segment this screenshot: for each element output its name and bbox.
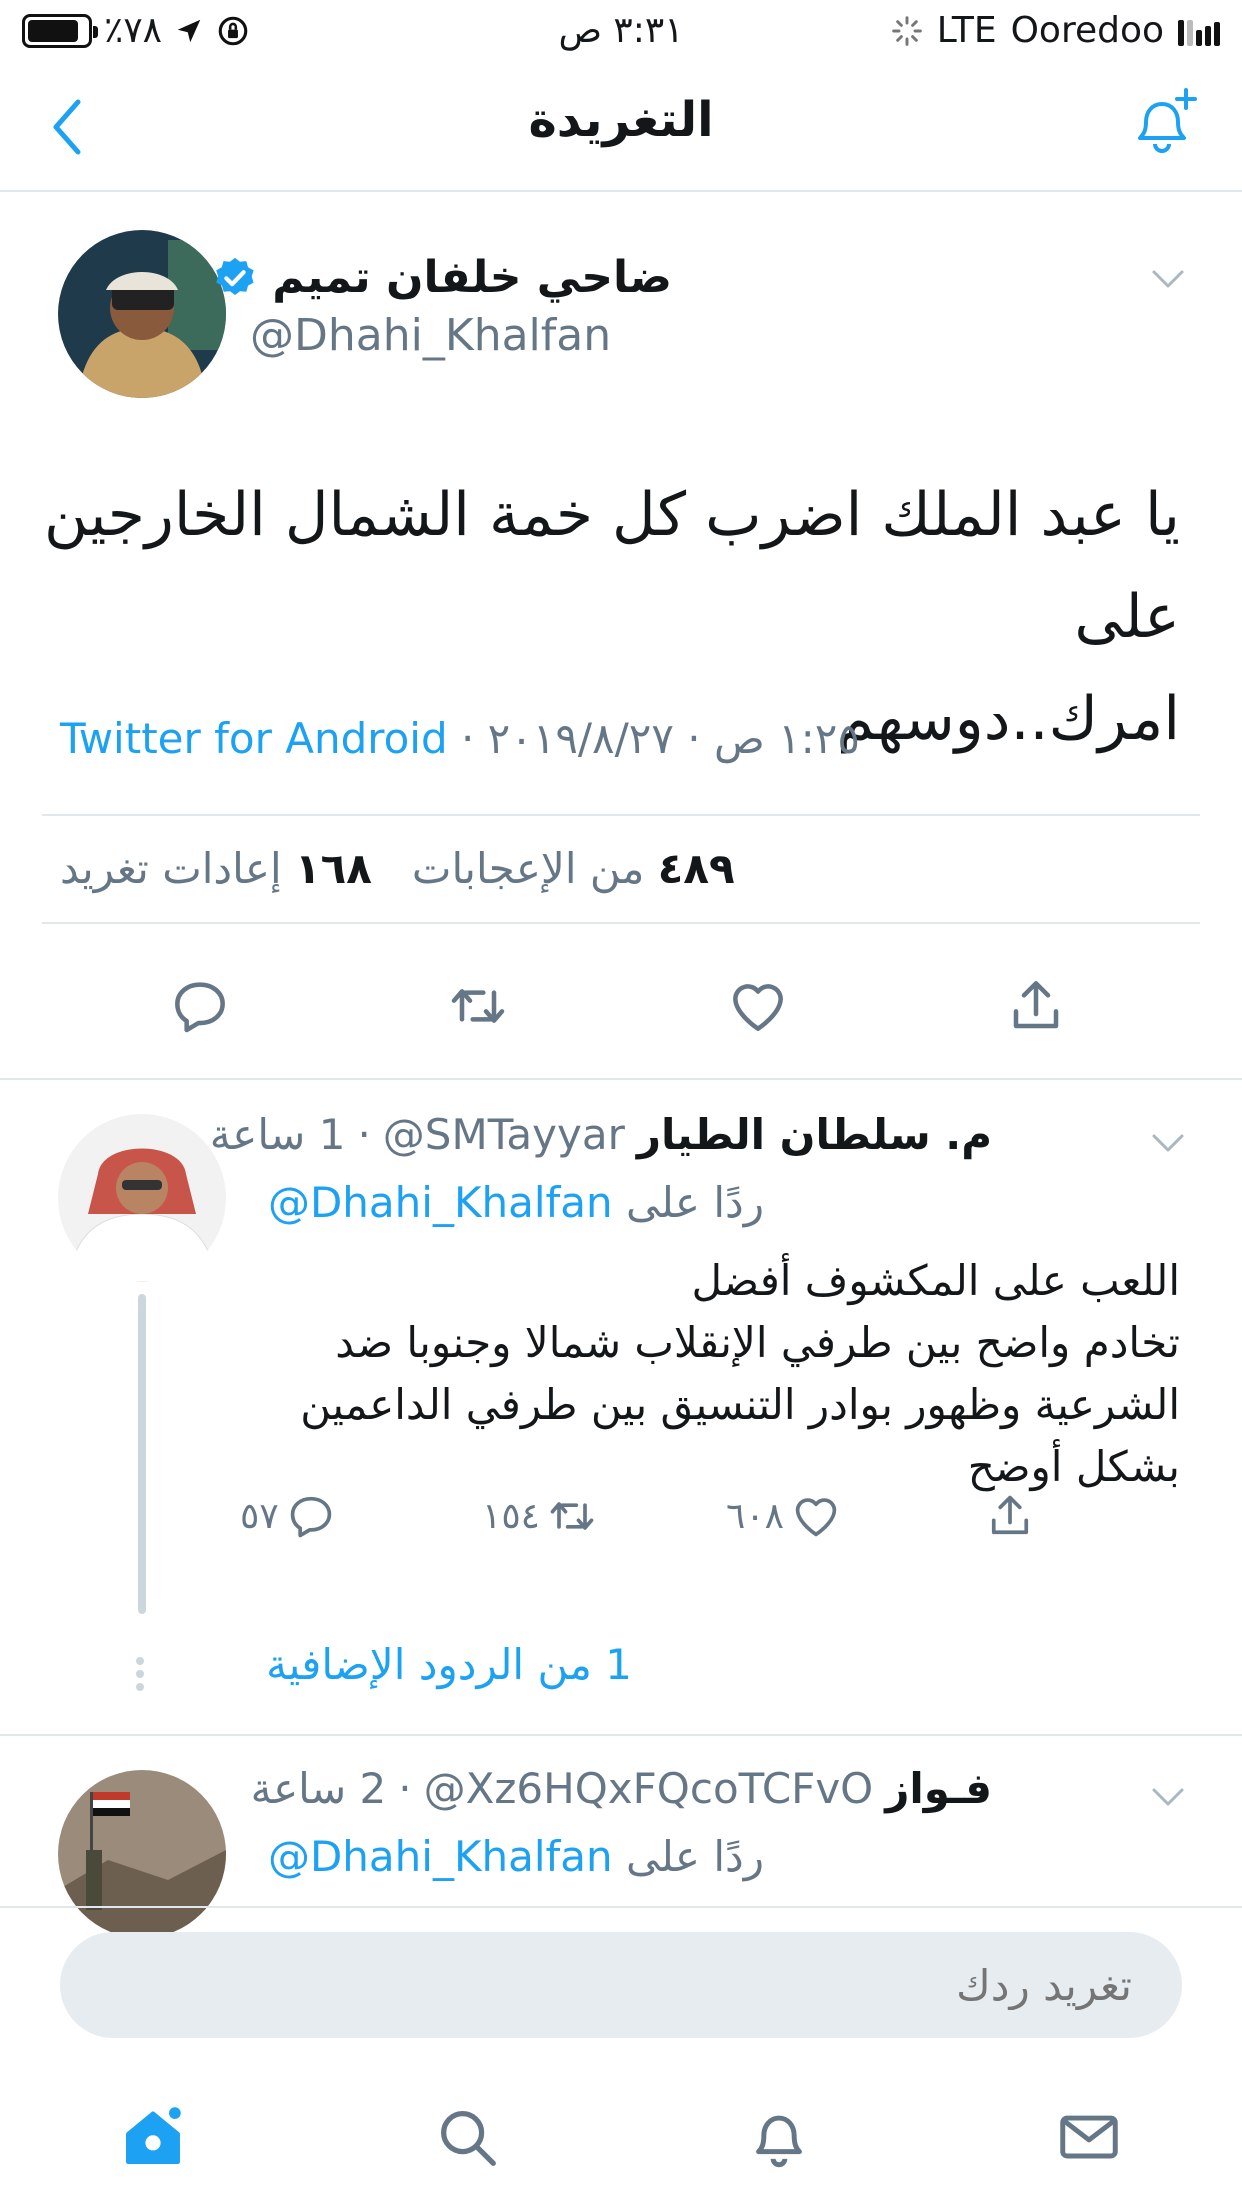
tab-bar	[0, 2066, 1242, 2208]
page-title: التغريدة	[528, 92, 714, 148]
reply-author-handle[interactable]: @SMTayyar	[383, 1110, 625, 1159]
retweet-count: ١٥٤	[482, 1495, 541, 1537]
reply-share-action[interactable]	[984, 1490, 1036, 1542]
reply-reply-action[interactable]: ٥٧	[240, 1490, 337, 1542]
tweet-source-link[interactable]: Twitter for Android	[60, 714, 448, 763]
likes-label: من الإعجابات	[411, 844, 645, 893]
nav-header: التغريدة	[0, 62, 1242, 192]
reply-text: اللعب على المكشوف أفضل تخادم واضح بين طر…	[280, 1250, 1180, 1498]
reply-icon	[290, 1496, 331, 1538]
replying-to-label: ردًا على	[626, 1832, 764, 1881]
meta-separator: ·	[460, 714, 488, 763]
reply-author-name[interactable]: فـواز	[885, 1764, 992, 1813]
avatar[interactable]	[58, 230, 226, 398]
tweet-actions	[0, 944, 1242, 1054]
reply-count: ٥٧	[240, 1495, 279, 1537]
likes-count: ٤٨٩	[657, 844, 735, 893]
search-icon[interactable]	[432, 2102, 502, 2172]
section-divider	[0, 1734, 1242, 1736]
likes-stat[interactable]: ٤٨٩ من الإعجابات	[412, 844, 735, 893]
bell-icon[interactable]	[744, 2102, 814, 2172]
reply-compose-input[interactable]	[60, 1932, 1182, 2038]
replying-to-mention[interactable]: @Dhahi_Khalfan	[268, 1178, 613, 1227]
status-bar: ٪٧٨ ٣:٣١ ص LTE Ooredoo	[0, 0, 1242, 62]
meta-separator: ·	[357, 1110, 371, 1159]
reply-like-action[interactable]: ٦٠٨	[726, 1490, 842, 1542]
carrier-name: Ooredoo	[1010, 10, 1164, 51]
reply-author-name[interactable]: م. سلطان الطيار	[637, 1110, 992, 1159]
thread-line	[138, 1294, 146, 1614]
loading-spinner-icon	[891, 15, 922, 46]
meta-separator: ·	[398, 1764, 412, 1813]
network-type: LTE	[936, 10, 997, 51]
author-name[interactable]: ضاحي خلفان تميم	[272, 252, 672, 303]
reply-text-line: الشرعية وظهور بوادر التنسيق بين طرفي الد…	[300, 1380, 1180, 1429]
share-icon	[991, 1495, 1029, 1535]
replying-to-label: ردًا على	[626, 1178, 764, 1227]
verified-badge-icon	[216, 257, 254, 295]
mail-icon[interactable]	[1054, 2102, 1124, 2172]
reply-text-line: بشكل أوضح	[967, 1442, 1180, 1491]
compose-bar	[0, 1906, 1242, 2066]
replying-to: ردًا على @Dhahi_Khalfan	[268, 1832, 764, 1881]
like-count: ٦٠٨	[726, 1495, 785, 1537]
reply-actions: ٥٧ ١٥٤ ٦٠٨	[230, 1490, 1070, 1550]
tweet-text-line: يا عبد الملك اضرب كل خمة الشمال الخارجين…	[44, 480, 1180, 652]
reply-time: 1 ساعة	[209, 1110, 346, 1159]
like-icon	[795, 1498, 837, 1537]
retweet-icon	[550, 1502, 594, 1530]
thread-dots	[136, 1652, 146, 1696]
divider	[42, 922, 1200, 924]
reply-text-line: اللعب على المكشوف أفضل	[691, 1256, 1180, 1305]
avatar[interactable]	[58, 1114, 226, 1282]
reply-text-line: تخادم واضح بين طرفي الإنقلاب شمالا وجنوب…	[335, 1318, 1180, 1367]
reply-header: فـواز @Xz6HQxFQcoTCFvO · 2 ساعة	[251, 1764, 992, 1813]
reply-retweet-action[interactable]: ١٥٤	[482, 1490, 598, 1542]
replying-to: ردًا على @Dhahi_Khalfan	[268, 1178, 764, 1227]
retweets-label: إعادات تغريد	[60, 844, 282, 893]
retweets-count: ١٦٨	[295, 844, 372, 893]
tweet-stats: ١٦٨ إعادات تغريد ٤٨٩ من الإعجابات	[60, 844, 735, 893]
meta-separator: ·	[687, 714, 714, 763]
status-right: LTE Ooredoo	[891, 10, 1220, 51]
reply-icon[interactable]	[168, 974, 232, 1038]
retweet-icon[interactable]	[446, 974, 510, 1038]
signal-icon	[1178, 16, 1220, 46]
reply-time: 2 ساعة	[250, 1764, 387, 1813]
chevron-down-icon[interactable]	[1148, 264, 1188, 294]
author-handle[interactable]: @Dhahi_Khalfan	[250, 310, 611, 361]
section-divider	[0, 1078, 1242, 1080]
divider	[42, 814, 1200, 816]
replying-to-mention[interactable]: @Dhahi_Khalfan	[268, 1832, 613, 1881]
author-name-row: ضاحي خلفان تميم	[212, 252, 672, 303]
tweet-time: ١:٢٥ ص	[713, 714, 860, 763]
reply-author-handle[interactable]: @Xz6HQxFQcoTCFvO	[424, 1764, 874, 1813]
reply-header: م. سلطان الطيار @SMTayyar · 1 ساعة	[210, 1110, 992, 1159]
chevron-down-icon[interactable]	[1148, 1128, 1188, 1158]
tweet-date: ٢٠١٩/٨/٢٧	[487, 714, 674, 763]
notification-add-icon[interactable]	[1122, 84, 1202, 164]
more-replies-link[interactable]: 1 من الردود الإضافية	[266, 1640, 632, 1689]
like-icon[interactable]	[726, 974, 790, 1038]
share-icon[interactable]	[1004, 974, 1068, 1038]
home-icon[interactable]	[118, 2102, 188, 2172]
tweet-meta: Twitter for Android · ٢٠١٩/٨/٢٧ · ١:٢٥ ص	[60, 714, 860, 763]
chevron-down-icon[interactable]	[1148, 1782, 1188, 1812]
retweets-stat[interactable]: ١٦٨ إعادات تغريد	[60, 844, 372, 893]
